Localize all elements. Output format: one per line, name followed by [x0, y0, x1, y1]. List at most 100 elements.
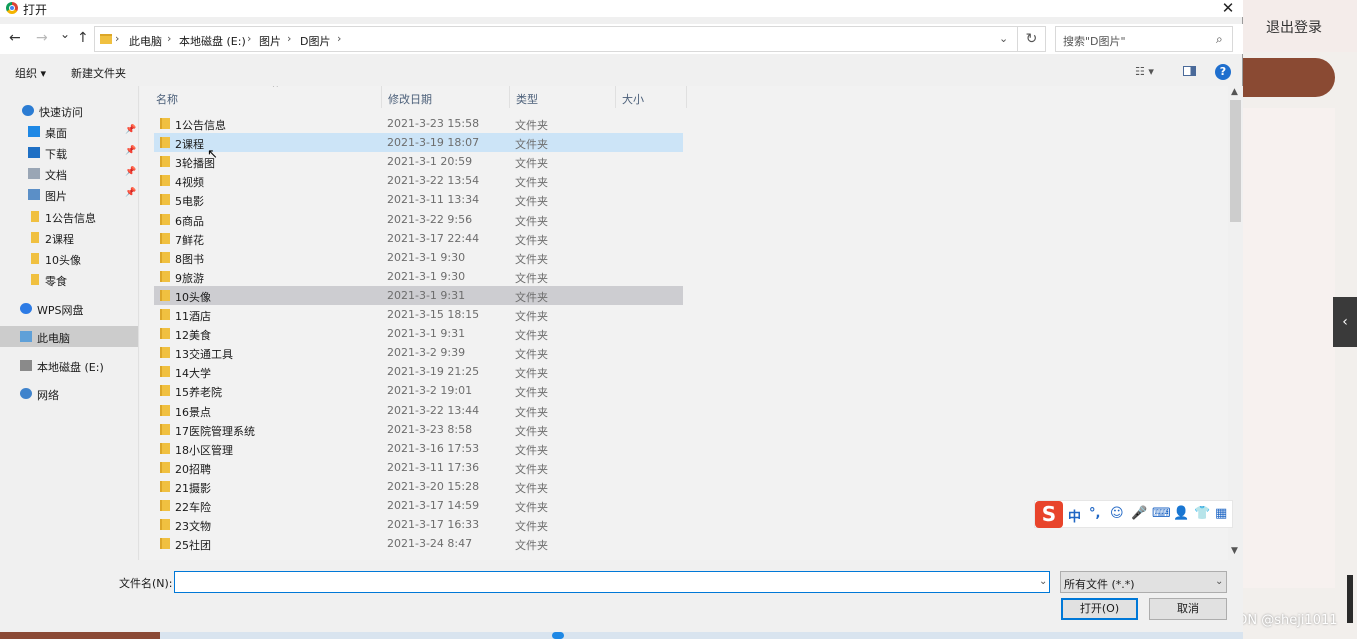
breadcrumb-separator[interactable]: › [337, 32, 341, 45]
vertical-scrollbar[interactable]: ▲ ▼ [1228, 86, 1243, 560]
sidebar-item[interactable]: 快速访问 [0, 100, 138, 121]
file-row[interactable]: 23文物 2021-3-17 16:33 文件夹 [154, 515, 683, 534]
folder-icon [160, 366, 170, 378]
sidebar-item[interactable]: 本地磁盘 (E:) [0, 355, 138, 376]
sidebar-item[interactable]: 10头像 [0, 248, 138, 269]
sidebar-item-label: 下载 [45, 148, 67, 161]
ime-chinese-mode[interactable]: 中 [1068, 506, 1081, 525]
side-collapse-tab[interactable]: ‹ [1333, 297, 1357, 347]
file-row[interactable]: 21摄影 2021-3-20 15:28 文件夹 [154, 477, 683, 496]
search-icon[interactable]: ⌕ [1216, 32, 1223, 47]
file-date: 2021-3-1 9:30 [387, 269, 466, 283]
file-row[interactable]: 1公告信息 2021-3-23 15:58 文件夹 [154, 114, 683, 133]
file-row[interactable]: 18小区管理 2021-3-16 17:53 文件夹 [154, 439, 683, 458]
column-header-name[interactable]: 名称 ^ [150, 86, 382, 108]
breadcrumb-local-disk[interactable]: 本地磁盘 (E:) [179, 33, 246, 49]
file-date: 2021-3-19 18:07 [387, 136, 480, 150]
forward-button[interactable]: → [36, 30, 48, 46]
skin-icon[interactable]: 👕 [1194, 506, 1210, 521]
folder-icon [31, 211, 39, 222]
scroll-thumb[interactable] [1230, 100, 1241, 222]
file-row[interactable]: 3轮播图 2021-3-1 20:59 文件夹 [154, 152, 683, 171]
sidebar-item[interactable]: 此电脑 [0, 326, 138, 347]
folder-icon [160, 251, 170, 263]
sidebar-item-label: 桌面 [45, 127, 67, 140]
file-row[interactable]: 14大学 2021-3-19 21:25 文件夹 [154, 362, 683, 381]
file-row[interactable]: 20招聘 2021-3-11 17:36 文件夹 [154, 458, 683, 477]
sidebar-item[interactable]: 文档 📌 [0, 163, 138, 184]
column-header-type[interactable]: 类型 [510, 86, 616, 108]
file-row[interactable]: 10头像 2021-3-1 9:31 文件夹 [154, 285, 683, 305]
column-header-size[interactable]: 大小 [616, 86, 687, 108]
sidebar-item[interactable]: 下载 📌 [0, 142, 138, 163]
organize-button[interactable]: 组织 ▾ [15, 65, 46, 81]
file-row[interactable]: 8图书 2021-3-1 9:30 文件夹 [154, 248, 683, 267]
scroll-down-icon[interactable]: ▼ [1231, 546, 1238, 556]
filename-input[interactable]: ⌄ [174, 571, 1050, 593]
address-bar[interactable]: › 此电脑 › 本地磁盘 (E:) › 图片 › D图片 › ⌄ [94, 26, 1018, 52]
file-type: 文件夹 [515, 233, 548, 247]
close-button[interactable]: ✕ [1219, 0, 1237, 17]
sidebar-item[interactable]: 1公告信息 [0, 206, 138, 227]
breadcrumb-separator[interactable]: › [167, 32, 171, 45]
recent-locations-button[interactable]: ⌄ [60, 27, 70, 41]
file-row[interactable]: 22车险 2021-3-17 14:59 文件夹 [154, 496, 683, 515]
cancel-button[interactable]: 取消 [1149, 598, 1227, 620]
folder-icon [160, 385, 170, 397]
breadcrumb-pictures[interactable]: 图片 [259, 33, 281, 49]
file-row[interactable]: 6商品 2021-3-22 9:56 文件夹 [154, 210, 683, 229]
new-folder-button[interactable]: 新建文件夹 [71, 65, 126, 81]
folder-icon [31, 274, 39, 285]
file-type-value: 所有文件 (*.*) [1064, 578, 1135, 591]
ime-punctuation-icon[interactable]: °, [1089, 506, 1100, 521]
logout-link[interactable]: 退出登录 [1266, 17, 1322, 37]
sidebar-item[interactable]: 网络 [0, 383, 138, 404]
sidebar-item[interactable]: 图片 📌 [0, 184, 138, 205]
emoji-icon[interactable]: ☺ [1110, 506, 1124, 521]
file-type-filter[interactable]: 所有文件 (*.*) ⌄ [1060, 571, 1227, 593]
sidebar-item[interactable]: 2课程 [0, 227, 138, 248]
file-row[interactable]: 16景点 2021-3-22 13:44 文件夹 [154, 401, 683, 420]
toolbox-icon[interactable]: ▦ [1215, 506, 1227, 521]
keyboard-icon[interactable]: ⌨ [1152, 506, 1171, 521]
sidebar-item[interactable]: WPS网盘 [0, 298, 138, 319]
breadcrumb-this-pc[interactable]: 此电脑 [129, 33, 162, 49]
file-row[interactable]: 5电影 2021-3-11 13:34 文件夹 [154, 190, 683, 209]
file-row[interactable]: 2课程 2021-3-19 18:07 文件夹 [154, 133, 683, 153]
sogou-logo-icon[interactable]: S [1035, 501, 1063, 528]
file-row[interactable]: 13交通工具 2021-3-2 9:39 文件夹 [154, 343, 683, 362]
breadcrumb-separator[interactable]: › [247, 32, 251, 45]
file-row[interactable]: 9旅游 2021-3-1 9:30 文件夹 [154, 267, 683, 286]
address-dropdown-icon[interactable]: ⌄ [999, 32, 1008, 45]
file-row[interactable]: 15养老院 2021-3-2 19:01 文件夹 [154, 381, 683, 400]
file-type: 文件夹 [515, 290, 548, 304]
file-row[interactable]: 4视频 2021-3-22 13:54 文件夹 [154, 171, 683, 190]
user-icon[interactable]: 👤 [1173, 506, 1189, 521]
search-input[interactable]: 搜索"D图片" ⌕ [1055, 26, 1233, 52]
file-type: 文件夹 [515, 348, 548, 362]
sidebar-item[interactable]: 零食 [0, 269, 138, 290]
file-row[interactable]: 7鲜花 2021-3-17 22:44 文件夹 [154, 229, 683, 248]
filename-dropdown-icon[interactable]: ⌄ [1039, 576, 1047, 587]
sidebar-item[interactable]: 桌面 📌 [0, 121, 138, 142]
open-button[interactable]: 打开(O) [1061, 598, 1138, 620]
refresh-button[interactable]: ↻ [1018, 26, 1046, 52]
breadcrumb-d-pictures[interactable]: D图片 [300, 33, 330, 49]
file-type: 文件夹 [515, 271, 548, 285]
view-options-icon[interactable]: ☷ ▾ [1135, 65, 1154, 78]
breadcrumb-separator[interactable]: › [287, 32, 291, 45]
microphone-icon[interactable]: 🎤 [1131, 506, 1147, 521]
file-row[interactable]: 25社团 2021-3-24 8:47 文件夹 [154, 534, 683, 553]
file-row[interactable]: 11酒店 2021-3-15 18:15 文件夹 [154, 305, 683, 324]
breadcrumb-separator[interactable]: › [115, 32, 119, 45]
column-header-date[interactable]: 修改日期 [382, 86, 510, 108]
back-button[interactable]: ← [9, 30, 21, 46]
file-row[interactable]: 12美食 2021-3-1 9:31 文件夹 [154, 324, 683, 343]
up-button[interactable]: ↑ [77, 30, 89, 46]
help-icon[interactable]: ? [1215, 64, 1231, 80]
scroll-up-icon[interactable]: ▲ [1231, 87, 1238, 97]
document-icon [28, 168, 40, 179]
file-date: 2021-3-11 17:36 [387, 460, 480, 474]
preview-pane-icon[interactable] [1183, 66, 1196, 76]
file-row[interactable]: 17医院管理系统 2021-3-23 8:58 文件夹 [154, 420, 683, 439]
